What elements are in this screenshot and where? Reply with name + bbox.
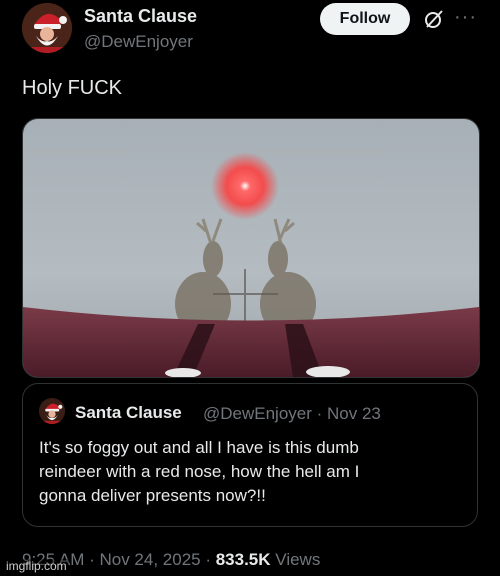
santa-avatar-image: [39, 398, 65, 424]
author-name[interactable]: Santa Clause: [84, 6, 197, 27]
quoted-tweet[interactable]: Santa Clause @DewEnjoyer · Nov 23 It's s…: [22, 383, 478, 527]
quoted-text-line: reindeer with a red nose, how the hell a…: [39, 462, 360, 481]
santa-avatar-image: [22, 3, 72, 53]
foggy-reindeer-image: [23, 119, 479, 377]
quoted-author-avatar: [39, 398, 65, 424]
grok-slash-icon[interactable]: [422, 7, 446, 31]
quoted-author-name: Santa Clause: [75, 403, 182, 422]
quoted-text-line: It's so foggy out and all I have is this…: [39, 438, 359, 457]
author-handle[interactable]: @DewEnjoyer: [84, 32, 193, 52]
quoted-author-meta: @DewEnjoyer · Nov 23: [203, 404, 381, 423]
quoted-tweet-text: It's so foggy out and all I have is this…: [39, 436, 459, 508]
more-icon[interactable]: ···: [454, 6, 477, 29]
views-count: 833.5K: [215, 550, 271, 569]
author-avatar[interactable]: [22, 3, 72, 53]
views-label: Views: [275, 550, 321, 569]
tweet-text: Holy FUCK: [22, 77, 123, 99]
meta-separator: ·: [200, 550, 216, 569]
imgflip-watermark: imgflip.com: [4, 559, 69, 573]
quoted-text-line: gonna deliver presents now?!!: [39, 486, 266, 505]
tweet-media[interactable]: [22, 118, 480, 378]
follow-button[interactable]: Follow: [320, 3, 410, 35]
